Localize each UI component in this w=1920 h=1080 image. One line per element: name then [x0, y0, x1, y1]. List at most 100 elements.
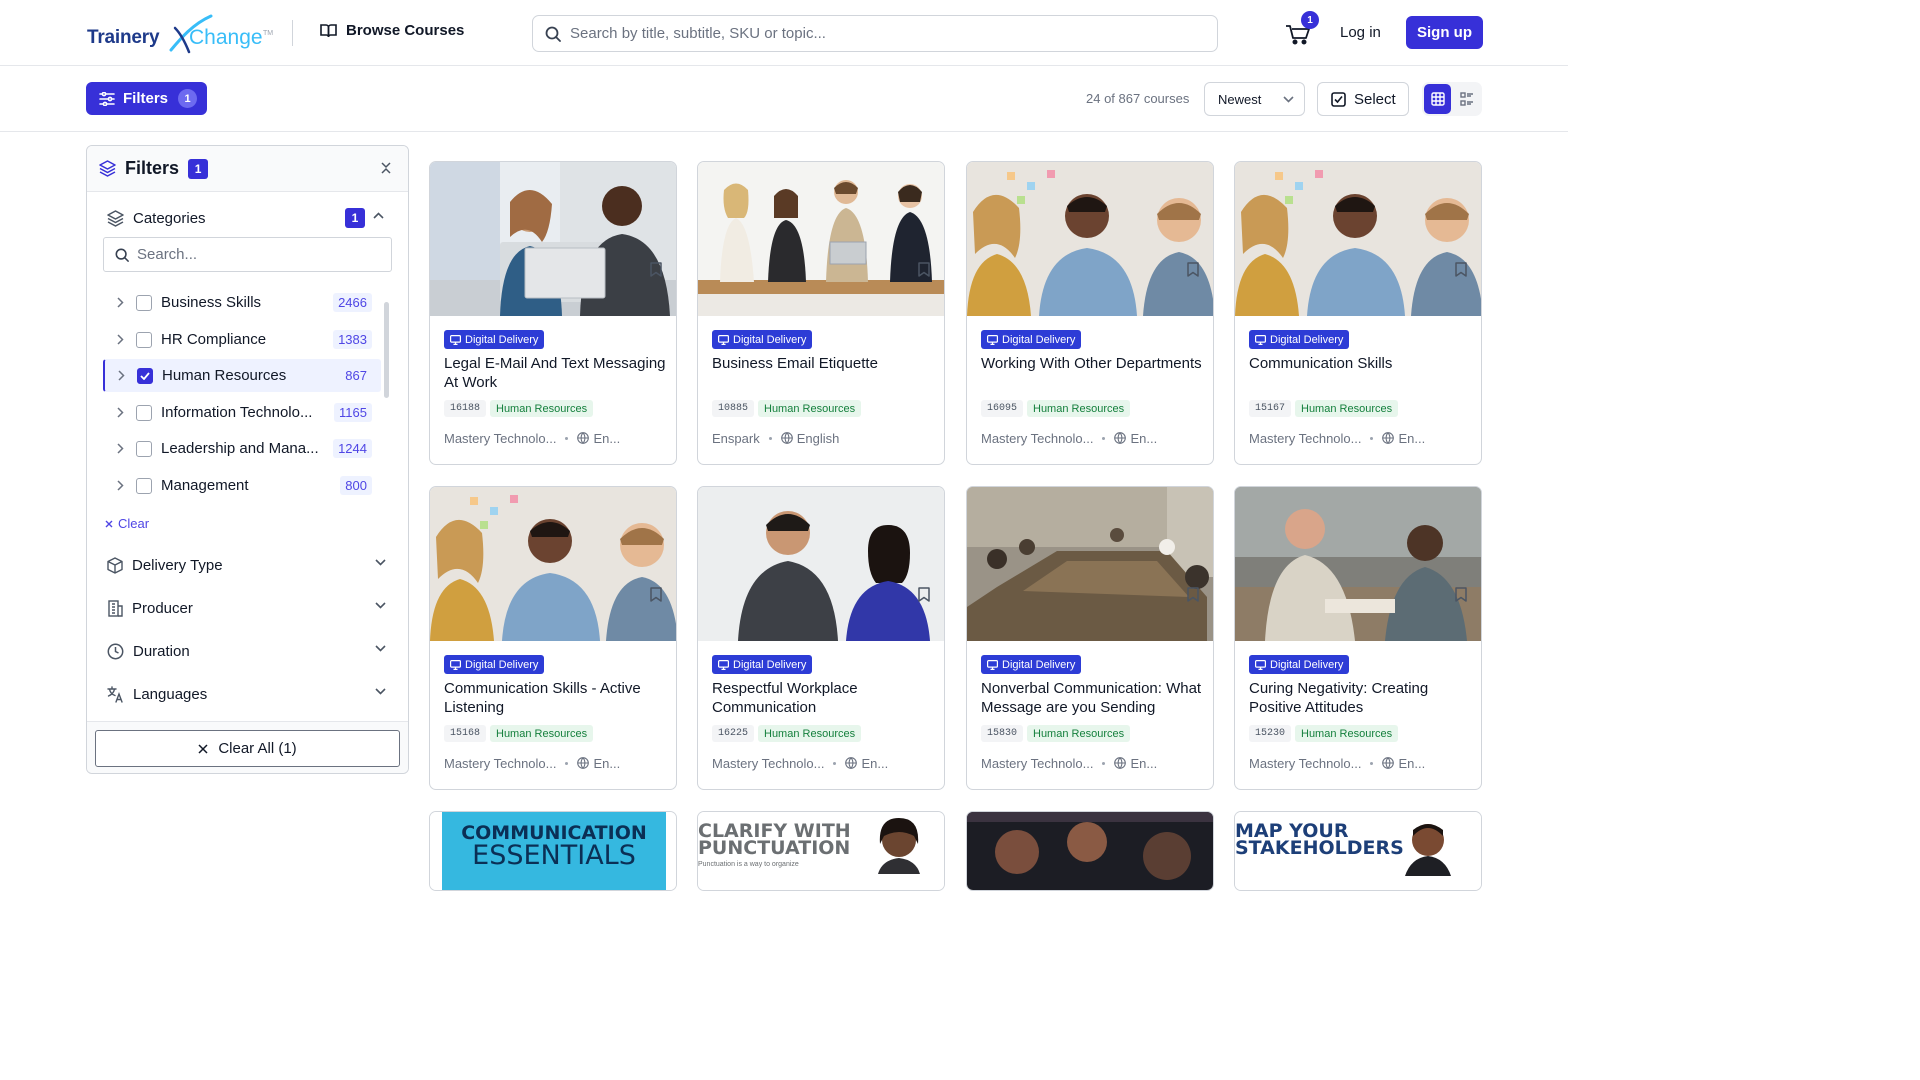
category-list-scrollbar[interactable]: [384, 302, 389, 398]
category-checkbox-checked[interactable]: [137, 367, 153, 384]
category-item-hr-compliance[interactable]: HR Compliance 1383: [103, 323, 381, 356]
category-checkbox[interactable]: [136, 331, 152, 348]
category-checkbox[interactable]: [136, 440, 152, 457]
course-search-bar[interactable]: [532, 15, 1218, 52]
bookmark-icon[interactable]: [1187, 262, 1199, 277]
producer-section-header[interactable]: Producer: [87, 589, 408, 627]
course-title[interactable]: Legal E-Mail And Text Messaging At Work: [444, 354, 668, 392]
course-title[interactable]: Communication Skills: [1249, 354, 1473, 373]
course-title[interactable]: Business Email Etiquette: [712, 354, 936, 373]
thumbnail-text: STAKEHOLDERS: [1235, 837, 1404, 859]
category-item-leadership[interactable]: Leadership and Mana... 1244: [103, 432, 381, 465]
layers-icon: [107, 209, 124, 227]
duration-section-header[interactable]: Duration: [87, 632, 408, 670]
course-title[interactable]: Communication Skills - Active Listening: [444, 679, 668, 717]
course-language-label: En...: [861, 755, 889, 771]
delivery-badge-label: Digital Delivery: [1002, 658, 1076, 671]
checkmark-icon: [140, 371, 150, 380]
category-item-human-resources[interactable]: Human Resources 867: [103, 359, 381, 392]
chevron-right-icon[interactable]: [104, 480, 136, 491]
course-card[interactable]: MAP YOUR STAKEHOLDERS: [1234, 811, 1482, 891]
course-title[interactable]: Working With Other Departments: [981, 354, 1205, 373]
course-card[interactable]: CLARIFY WITH PUNCTUATION Punctuation is …: [697, 811, 945, 891]
course-meta: Mastery Technolo... En...: [444, 428, 666, 448]
chevron-right-icon[interactable]: [105, 370, 137, 381]
grid-view-button[interactable]: [1424, 84, 1451, 114]
active-filters-count: 1: [188, 158, 209, 179]
list-view-button[interactable]: [1453, 84, 1480, 114]
book-open-icon: [320, 24, 337, 38]
trainery-change-logo[interactable]: Trainery Change TM: [87, 14, 277, 54]
chevron-down-icon: [1283, 95, 1294, 103]
filters-count-badge: 1: [178, 89, 198, 108]
course-language: En...: [1114, 756, 1157, 771]
chevron-right-icon[interactable]: [104, 334, 136, 345]
course-card[interactable]: Digital Delivery Communication Skills - …: [429, 486, 677, 790]
chevron-right-icon[interactable]: [104, 297, 136, 308]
course-language-label: En...: [1130, 430, 1158, 446]
category-checkbox[interactable]: [136, 404, 152, 421]
course-category-tag: Human Resources: [1027, 725, 1131, 742]
bookmark-icon[interactable]: [1187, 587, 1199, 602]
category-count: 1383: [333, 330, 372, 349]
bookmark-icon[interactable]: [1455, 587, 1467, 602]
collapse-panel-icon[interactable]: [380, 161, 392, 175]
languages-section-header[interactable]: Languages: [87, 675, 408, 713]
course-card[interactable]: Digital Delivery Respectful Workplace Co…: [697, 486, 945, 790]
browse-courses-link[interactable]: Browse Courses: [320, 22, 464, 39]
select-mode-button[interactable]: Select: [1317, 82, 1409, 116]
course-card[interactable]: Digital Delivery Business Email Etiquett…: [697, 161, 945, 465]
layers-icon: [99, 160, 116, 177]
login-link[interactable]: Log in: [1340, 24, 1381, 41]
bookmark-icon[interactable]: [918, 587, 930, 602]
course-title[interactable]: Nonverbal Communication: What Message ar…: [981, 679, 1205, 717]
bookmark-icon[interactable]: [1455, 262, 1467, 277]
course-thumbnail: MAP YOUR STAKEHOLDERS: [1235, 812, 1481, 890]
meta-separator: [565, 436, 569, 440]
categories-selected-count: 1: [345, 208, 365, 228]
category-checkbox[interactable]: [136, 477, 152, 494]
course-card[interactable]: COMMUNICATION ESSENTIALS: [429, 811, 677, 891]
category-search-box[interactable]: [103, 237, 392, 272]
bookmark-icon[interactable]: [650, 262, 662, 277]
clock-icon: [107, 643, 124, 659]
delivery-badge-label: Digital Delivery: [733, 658, 807, 671]
course-thumbnail: [430, 487, 676, 641]
course-search-input[interactable]: [570, 25, 1170, 42]
category-item-business-skills[interactable]: Business Skills 2466: [103, 286, 381, 319]
course-title[interactable]: Curing Negativity: Creating Positive Att…: [1249, 679, 1473, 717]
course-card[interactable]: Digital Delivery Communication Skills 15…: [1234, 161, 1482, 465]
delivery-badge: Digital Delivery: [444, 655, 545, 674]
course-sku: 16188: [444, 400, 487, 417]
category-item-information-technology[interactable]: Information Technolo... 1165: [103, 396, 381, 429]
signup-button[interactable]: Sign up: [1406, 16, 1483, 49]
course-language-label: En...: [1398, 755, 1426, 771]
chevron-right-icon[interactable]: [104, 443, 136, 454]
course-category-tag: Human Resources: [490, 400, 594, 417]
course-card[interactable]: Digital Delivery Nonverbal Communication…: [966, 486, 1214, 790]
bookmark-icon[interactable]: [650, 587, 662, 602]
category-item-management[interactable]: Management 800: [103, 469, 381, 502]
category-count: 867: [340, 366, 372, 385]
category-search-input[interactable]: [137, 246, 377, 263]
category-checkbox[interactable]: [136, 294, 152, 311]
course-sku: 15230: [1249, 725, 1292, 742]
clear-categories-link[interactable]: Clear: [105, 516, 149, 531]
meta-separator: [1370, 436, 1374, 440]
categories-section-header[interactable]: Categories 1: [87, 199, 408, 237]
filters-toggle-button[interactable]: Filters 1: [86, 82, 207, 115]
delivery-badge-label: Digital Delivery: [1270, 658, 1344, 671]
course-thumbnail: [967, 487, 1213, 641]
category-label: Management: [161, 477, 249, 494]
delivery-type-section-header[interactable]: Delivery Type: [87, 546, 408, 584]
browse-courses-label: Browse Courses: [346, 22, 465, 39]
course-title[interactable]: Respectful Workplace Communication: [712, 679, 936, 717]
course-card[interactable]: [966, 811, 1214, 891]
course-card[interactable]: Digital Delivery Working With Other Depa…: [966, 161, 1214, 465]
sort-dropdown[interactable]: Newest: [1204, 82, 1305, 116]
clear-all-filters-button[interactable]: Clear All (1): [95, 730, 400, 767]
course-card[interactable]: Digital Delivery Curing Negativity: Crea…: [1234, 486, 1482, 790]
course-card[interactable]: Digital Delivery Legal E-Mail And Text M…: [429, 161, 677, 465]
bookmark-icon[interactable]: [918, 262, 930, 277]
chevron-right-icon[interactable]: [104, 407, 136, 418]
